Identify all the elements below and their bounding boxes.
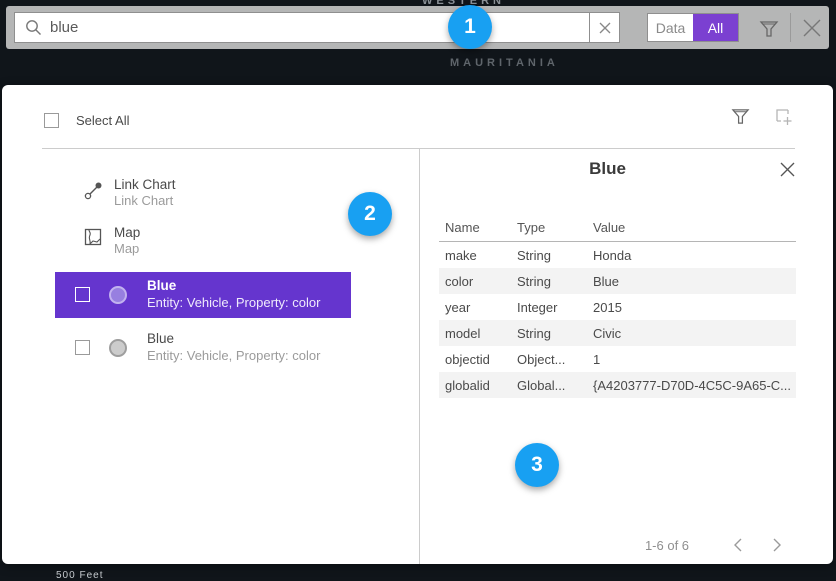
cell-type: Object... bbox=[517, 352, 593, 367]
cell-type: String bbox=[517, 248, 593, 263]
cell-name: model bbox=[439, 326, 517, 341]
attribute-table-header: Name Type Value bbox=[439, 213, 796, 242]
entity-circle-icon bbox=[109, 339, 127, 357]
pagination-range-label: 1-6 of 6 bbox=[602, 538, 732, 553]
cell-value: Blue bbox=[593, 274, 796, 289]
attribute-table: Name Type Value make String Honda color … bbox=[439, 213, 796, 398]
cell-value: Honda bbox=[593, 248, 796, 263]
chevron-right-icon bbox=[773, 538, 782, 552]
result-title: Blue bbox=[147, 331, 174, 346]
column-header-value: Value bbox=[593, 220, 796, 235]
table-row: globalid Global... {A4203777-D70D-4C5C-9… bbox=[439, 372, 796, 398]
result-row-blue-selected[interactable]: Blue Entity: Vehicle, Property: color bbox=[55, 272, 351, 318]
cell-name: objectid bbox=[439, 352, 517, 367]
column-header-name: Name bbox=[439, 220, 517, 235]
cell-type: Global... bbox=[517, 378, 593, 393]
add-to-selection-button[interactable] bbox=[772, 105, 795, 133]
data-all-toggle[interactable]: Data All bbox=[647, 13, 739, 42]
cell-type: Integer bbox=[517, 300, 593, 315]
result-link-chart-title[interactable]: Link Chart bbox=[114, 177, 176, 192]
cell-name: globalid bbox=[439, 378, 517, 393]
toolbar-filter-button[interactable] bbox=[758, 18, 780, 45]
close-icon bbox=[800, 16, 824, 40]
table-row: make String Honda bbox=[439, 242, 796, 268]
result-link-chart-subtitle: Link Chart bbox=[114, 193, 173, 208]
result-title: Blue bbox=[147, 278, 176, 293]
close-icon bbox=[779, 161, 796, 178]
search-results-dialog: Select All Link Chart Link Chart Map Map… bbox=[2, 85, 833, 564]
cell-value: 1 bbox=[593, 352, 796, 367]
clear-icon bbox=[599, 22, 611, 34]
table-row: objectid Object... 1 bbox=[439, 346, 796, 372]
cell-value: Civic bbox=[593, 326, 796, 341]
pagination-next-button[interactable] bbox=[765, 533, 789, 557]
table-row: model String Civic bbox=[439, 320, 796, 346]
select-all-checkbox[interactable] bbox=[44, 113, 59, 128]
toggle-option-all[interactable]: All bbox=[693, 14, 738, 41]
detail-close-button[interactable] bbox=[779, 161, 796, 183]
clear-search-button[interactable] bbox=[589, 12, 620, 43]
search-input[interactable]: blue bbox=[14, 12, 590, 43]
search-toolbar: blue Data All bbox=[6, 6, 829, 49]
pagination-prev-button[interactable] bbox=[725, 533, 749, 557]
detail-title: Blue bbox=[419, 159, 796, 179]
cell-value: {A4203777-D70D-4C5C-9A65-C... bbox=[593, 378, 796, 393]
toggle-option-data[interactable]: Data bbox=[648, 14, 693, 41]
chevron-left-icon bbox=[733, 538, 742, 552]
map-icon bbox=[84, 228, 102, 251]
result-subtitle: Entity: Vehicle, Property: color bbox=[147, 348, 320, 363]
cell-value: 2015 bbox=[593, 300, 796, 315]
result-subtitle: Entity: Vehicle, Property: color bbox=[147, 295, 320, 310]
cell-name: year bbox=[439, 300, 517, 315]
result-row-blue[interactable]: Blue Entity: Vehicle, Property: color bbox=[55, 325, 351, 371]
cell-name: make bbox=[439, 248, 517, 263]
table-row: year Integer 2015 bbox=[439, 294, 796, 320]
select-all-label: Select All bbox=[76, 113, 129, 128]
filter-funnel-icon bbox=[730, 106, 751, 127]
search-icon bbox=[25, 19, 42, 36]
annotation-badge-3: 3 bbox=[515, 443, 559, 487]
entity-circle-icon bbox=[109, 286, 127, 304]
row-checkbox[interactable] bbox=[75, 287, 90, 302]
cell-type: String bbox=[517, 274, 593, 289]
map-region-label-mauritania: MAURITANIA bbox=[450, 57, 559, 69]
cell-type: String bbox=[517, 326, 593, 341]
add-selection-icon bbox=[772, 105, 795, 128]
search-query-text: blue bbox=[50, 19, 78, 36]
toolbar-divider bbox=[790, 13, 791, 42]
annotation-badge-1: 1 bbox=[448, 5, 492, 49]
close-search-button[interactable] bbox=[800, 16, 824, 45]
result-map-subtitle: Map bbox=[114, 241, 139, 256]
panel-filter-button[interactable] bbox=[730, 106, 751, 132]
result-map-title[interactable]: Map bbox=[114, 225, 140, 240]
annotation-badge-2: 2 bbox=[348, 192, 392, 236]
row-checkbox[interactable] bbox=[75, 340, 90, 355]
column-header-type: Type bbox=[517, 220, 593, 235]
map-scale-label: 500 Feet bbox=[56, 570, 103, 581]
panel-divider bbox=[419, 149, 420, 564]
cell-name: color bbox=[439, 274, 517, 289]
table-row: color String Blue bbox=[439, 268, 796, 294]
search-overlay-screen: { "map": { "region_label_top": "WESTERN"… bbox=[0, 0, 836, 579]
filter-funnel-icon bbox=[758, 18, 780, 40]
link-chart-icon bbox=[84, 181, 103, 205]
